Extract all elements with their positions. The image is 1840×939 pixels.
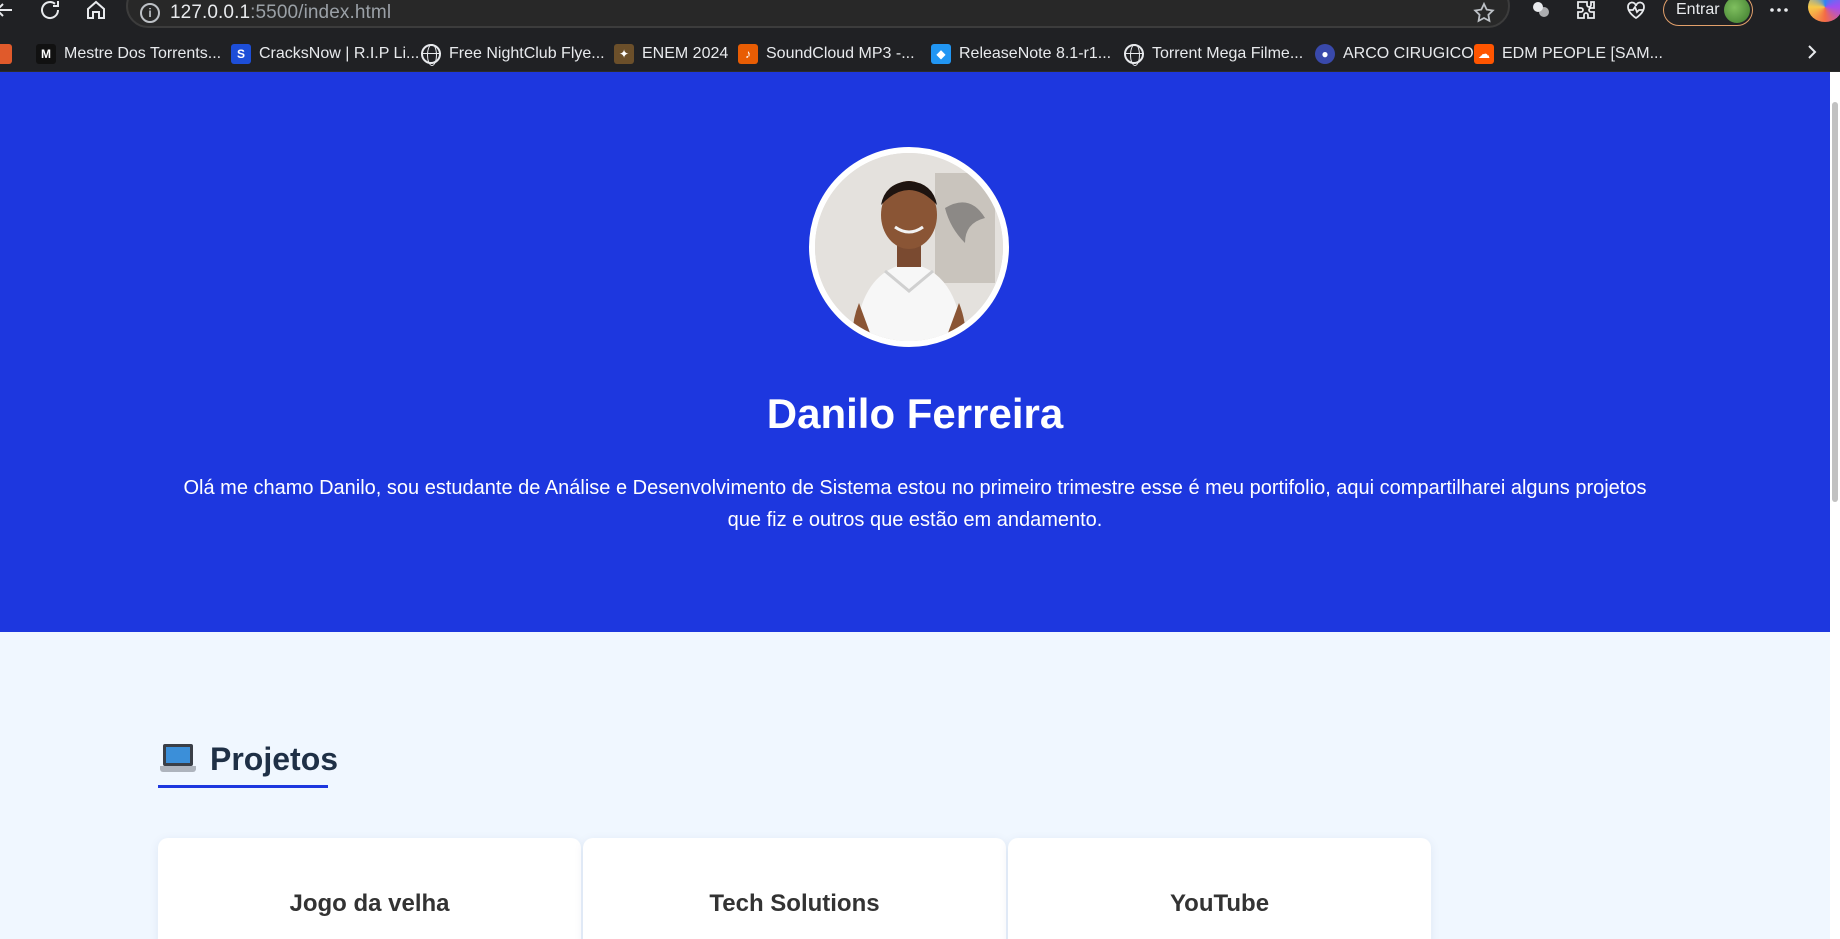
project-card-title: Jogo da velha	[289, 890, 450, 917]
profile-photo-illustration	[815, 153, 1003, 341]
extensions-icon[interactable]	[1572, 0, 1600, 24]
page-scrollbar[interactable]	[1830, 72, 1840, 939]
project-card-jogo-da-velha[interactable]: Jogo da velha	[158, 838, 581, 939]
site-info-icon[interactable]: i	[140, 3, 160, 23]
url-text[interactable]: 127.0.0.1:5500/index.html	[170, 2, 391, 24]
signin-button[interactable]: Entrar	[1663, 0, 1753, 26]
globe-icon	[421, 44, 441, 66]
bookmark-item[interactable]: S CracksNow | R.I.P Li...	[231, 43, 419, 65]
bookmark-favicon-icon: ●	[1315, 44, 1335, 64]
projects-heading-underline	[158, 785, 328, 788]
projects-heading: Projetos	[160, 734, 338, 784]
bookmark-item[interactable]: ● ARCO CIRUGICO	[1315, 43, 1474, 65]
bookmark-item[interactable]: Torrent Mega Filme...	[1124, 43, 1303, 66]
address-bar[interactable]: i 127.0.0.1:5500/index.html	[126, 0, 1510, 28]
bookmark-apps[interactable]	[0, 43, 20, 65]
bookmark-item[interactable]: ✦ ENEM 2024	[614, 43, 728, 65]
bookmarks-bar: M Mestre Dos Torrents... S CracksNow | R…	[0, 34, 1840, 72]
project-card-tech-solutions[interactable]: Tech Solutions	[583, 838, 1006, 939]
bookmark-star-icon[interactable]	[1472, 1, 1496, 25]
collections-icon[interactable]	[1527, 0, 1555, 24]
more-menu-icon[interactable]	[1765, 0, 1793, 24]
reload-icon[interactable]	[36, 0, 64, 24]
bookmark-favicon-icon: ◆	[931, 44, 951, 64]
bookmark-favicon-icon: ♪	[738, 44, 758, 64]
profile-avatar-icon	[1724, 0, 1750, 23]
page-viewport: Danilo Ferreira Olá me chamo Danilo, sou…	[0, 72, 1830, 939]
bookmarks-overflow-chevron-icon[interactable]	[1800, 38, 1824, 66]
scrollbar-thumb[interactable]	[1832, 102, 1838, 502]
bookmark-favicon-icon: ✦	[614, 44, 634, 64]
bookmark-favicon-icon: ☁	[1474, 44, 1494, 64]
bookmark-item[interactable]: Free NightClub Flye...	[421, 43, 605, 66]
project-card-youtube[interactable]: YouTube	[1008, 838, 1431, 939]
profile-photo	[809, 147, 1009, 347]
bookmark-item[interactable]: ♪ SoundCloud MP3 -...	[738, 43, 915, 65]
bookmark-item[interactable]: M Mestre Dos Torrents...	[36, 43, 221, 65]
profile-name: Danilo Ferreira	[766, 390, 1064, 437]
back-arrow-icon[interactable]	[0, 0, 18, 24]
bookmark-favicon-icon: S	[231, 44, 251, 64]
bookmark-favicon-icon: M	[36, 44, 56, 64]
laptop-icon	[160, 744, 196, 774]
globe-icon	[1124, 44, 1144, 66]
bookmark-item[interactable]: ☁ EDM PEOPLE [SAM...	[1474, 43, 1663, 65]
bookmark-item[interactable]: ◆ ReleaseNote 8.1-r1...	[931, 43, 1111, 65]
home-icon[interactable]	[82, 0, 110, 24]
copilot-icon[interactable]	[1808, 0, 1840, 22]
hero-section: Danilo Ferreira Olá me chamo Danilo, sou…	[0, 72, 1830, 632]
apps-icon	[0, 44, 12, 64]
project-card-title: Tech Solutions	[709, 890, 880, 917]
project-card-title: YouTube	[1169, 890, 1270, 917]
browser-essentials-icon[interactable]	[1622, 0, 1650, 24]
browser-toolbar: i 127.0.0.1:5500/index.html Entrar	[0, 0, 1840, 34]
profile-bio: Olá me chamo Danilo, sou estudante de An…	[183, 477, 1647, 531]
